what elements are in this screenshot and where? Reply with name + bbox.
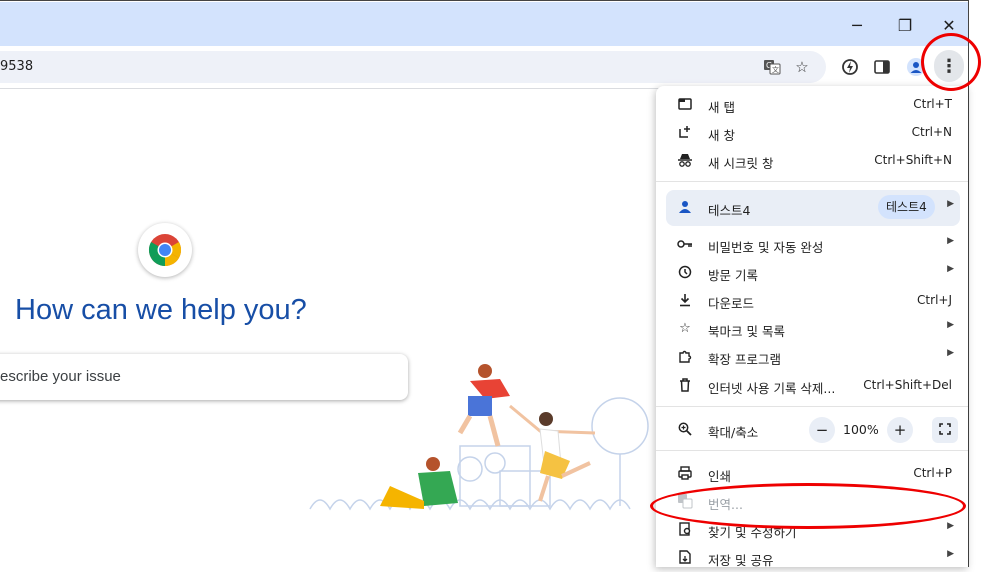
bookmark-star-icon[interactable]: ☆ <box>790 55 814 79</box>
new-tab-icon <box>676 95 694 113</box>
key-icon <box>676 235 694 253</box>
menu-item-new-tab[interactable]: 새 탭 Ctrl+T <box>656 91 968 119</box>
submenu-arrow-icon: ▶ <box>947 236 954 246</box>
menu-item-save-share[interactable]: 저장 및 공유 ▶ <box>656 544 968 572</box>
zoom-icon <box>676 420 694 438</box>
browser-window: ─ ❐ ✕ 9538 G文 ☆ ⋮ How can we help you? e… <box>0 0 969 568</box>
minimize-button[interactable]: ─ <box>840 10 874 40</box>
title-bar: ─ ❐ ✕ <box>0 2 968 46</box>
menu-divider <box>656 181 968 182</box>
person-icon <box>676 198 694 216</box>
address-bar[interactable]: 9538 G文 ☆ <box>0 51 826 83</box>
find-icon <box>676 520 694 538</box>
menu-item-bookmarks[interactable]: ☆ 북마크 및 목록 ▶ <box>656 315 968 343</box>
menu-item-clear-data[interactable]: 인터넷 사용 기록 삭제... Ctrl+Shift+Del <box>656 372 968 400</box>
new-window-icon <box>676 123 694 141</box>
svg-text:文: 文 <box>772 65 779 74</box>
performance-icon[interactable] <box>838 55 862 79</box>
submenu-arrow-icon: ▶ <box>947 348 954 358</box>
menu-item-passwords[interactable]: 비밀번호 및 자동 완성 ▶ <box>656 231 968 259</box>
menu-item-downloads[interactable]: 다운로드 Ctrl+J <box>656 287 968 315</box>
star-icon: ☆ <box>679 320 691 336</box>
zoom-out-button[interactable]: − <box>809 417 835 443</box>
toolbar: 9538 G文 ☆ <box>0 46 968 89</box>
profile-badge: 테스트4 <box>878 195 935 219</box>
trash-icon <box>676 376 694 394</box>
zoom-in-button[interactable]: + <box>887 417 913 443</box>
issue-placeholder: escribe your issue <box>0 368 121 385</box>
page-title: How can we help you? <box>15 294 307 326</box>
menu-divider <box>656 406 968 407</box>
annotation-circle-translate <box>650 483 966 529</box>
annotation-circle-menu <box>921 33 981 91</box>
history-icon <box>676 263 694 281</box>
puzzle-icon <box>676 347 694 365</box>
printer-icon <box>676 464 694 482</box>
restore-button[interactable]: ❐ <box>888 10 922 40</box>
side-panel-icon[interactable] <box>870 55 894 79</box>
people-illustration <box>309 361 649 511</box>
menu-item-extensions[interactable]: 확장 프로그램 ▶ <box>656 343 968 371</box>
incognito-icon <box>676 151 694 169</box>
submenu-arrow-icon: ▶ <box>947 521 954 531</box>
zoom-level: 100% <box>843 422 879 437</box>
download-icon <box>676 291 694 309</box>
fullscreen-icon <box>939 421 951 439</box>
chrome-logo <box>138 223 192 277</box>
menu-divider <box>656 450 968 451</box>
submenu-arrow-icon: ▶ <box>947 549 954 559</box>
submenu-arrow-icon: ▶ <box>947 199 954 209</box>
submenu-arrow-icon: ▶ <box>947 320 954 330</box>
menu-item-incognito[interactable]: 새 시크릿 창 Ctrl+Shift+N <box>656 147 968 175</box>
menu-item-history[interactable]: 방문 기록 ▶ <box>656 259 968 287</box>
submenu-arrow-icon: ▶ <box>947 264 954 274</box>
menu-item-new-window[interactable]: 새 창 Ctrl+N <box>656 119 968 147</box>
translate-page-icon[interactable]: G文 <box>760 55 784 79</box>
save-file-icon <box>676 548 694 566</box>
fullscreen-button[interactable] <box>932 417 958 443</box>
url-text: 9538 <box>0 59 34 74</box>
